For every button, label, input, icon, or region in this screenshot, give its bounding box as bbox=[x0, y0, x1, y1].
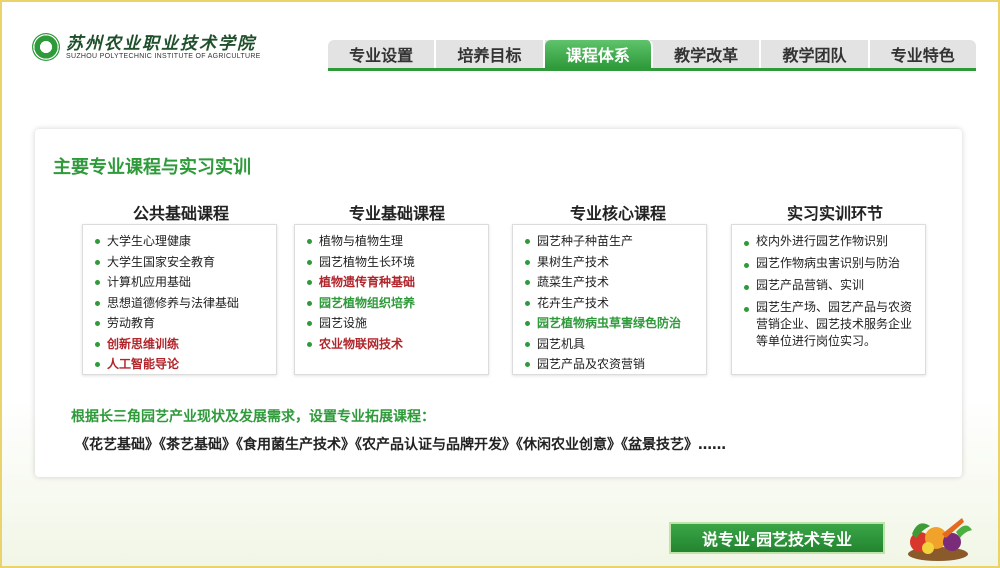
list-item: 园艺机具 bbox=[523, 334, 696, 355]
list-item: 园艺产品及农资营销 bbox=[523, 354, 696, 375]
list-item: 农业物联网技术 bbox=[305, 334, 478, 355]
list-item: 大学生心理健康 bbox=[93, 231, 266, 252]
list-item: 果树生产技术 bbox=[523, 252, 696, 273]
list-item: 园艺植物病虫草害绿色防治 bbox=[523, 313, 696, 334]
tab-teaching-team[interactable]: 教学团队 bbox=[761, 40, 870, 68]
page-title: 主要专业课程与实习实训 bbox=[53, 157, 251, 178]
list-item: 园艺作物病虫害识别与防治 bbox=[742, 255, 915, 272]
slide-frame: 苏州农业职业技术学院 SUZHOU POLYTECHNIC INSTITUTE … bbox=[0, 0, 1000, 568]
list-item: 花卉生产技术 bbox=[523, 293, 696, 314]
footer-badge: 说专业·园艺技术专业 bbox=[669, 522, 885, 554]
vegetables-basket-icon bbox=[908, 518, 972, 561]
tab-training-goals[interactable]: 培养目标 bbox=[436, 40, 545, 68]
list-item: 园艺种子种苗生产 bbox=[523, 231, 696, 252]
tab-underline bbox=[328, 68, 976, 71]
school-emblem-icon bbox=[32, 33, 60, 61]
list-item: 园艺植物组织培养 bbox=[305, 293, 478, 314]
course-box-major-basic: 植物与植物生理 园艺植物生长环境 植物遗传育种基础 园艺植物组织培养 园艺设施 … bbox=[294, 224, 489, 375]
list-item: 思想道德修养与法律基础 bbox=[93, 293, 266, 314]
course-box-public-basic: 大学生心理健康 大学生国家安全教育 计算机应用基础 思想道德修养与法律基础 劳动… bbox=[82, 224, 277, 375]
list-item: 蔬菜生产技术 bbox=[523, 272, 696, 293]
extension-courses-title: 根据长三角园艺产业现状及发展需求，设置专业拓展课程： bbox=[71, 409, 435, 425]
tab-major-setup[interactable]: 专业设置 bbox=[328, 40, 437, 68]
column-heading-major-core: 专业核心课程 bbox=[569, 204, 666, 223]
list-item: 大学生国家安全教育 bbox=[93, 252, 266, 273]
list-item: 创新思维训练 bbox=[93, 334, 266, 355]
school-name-en: SUZHOU POLYTECHNIC INSTITUTE OF AGRICULT… bbox=[66, 52, 261, 60]
list-item: 人工智能导论 bbox=[93, 354, 266, 375]
list-item: 园艺植物生长环境 bbox=[305, 252, 478, 273]
tab-curriculum[interactable]: 课程体系 bbox=[544, 40, 653, 68]
list-item: 劳动教育 bbox=[93, 313, 266, 334]
list-item: 园艺产品营销、实训 bbox=[742, 277, 915, 294]
list-item: 植物与植物生理 bbox=[305, 231, 478, 252]
tab-teaching-reform[interactable]: 教学改革 bbox=[653, 40, 762, 68]
school-logo: 苏州农业职业技术学院 SUZHOU POLYTECHNIC INSTITUTE … bbox=[32, 30, 261, 64]
list-item: 园艺设施 bbox=[305, 313, 478, 334]
list-item: 园艺生产场、园艺产品与农资营销企业、园艺技术服务企业等单位进行岗位实习。 bbox=[742, 299, 915, 350]
curriculum-card: 主要专业课程与实习实训 公共基础课程 大学生心理健康 大学生国家安全教育 计算机… bbox=[35, 129, 962, 477]
list-item: 校内外进行园艺作物识别 bbox=[742, 233, 915, 250]
tab-major-features[interactable]: 专业特色 bbox=[870, 40, 976, 68]
list-item: 植物遗传育种基础 bbox=[305, 272, 478, 293]
nav-tabs: 专业设置 培养目标 课程体系 教学改革 教学团队 专业特色 bbox=[328, 40, 976, 68]
course-box-major-core: 园艺种子种苗生产 果树生产技术 蔬菜生产技术 花卉生产技术 园艺植物病虫草害绿色… bbox=[512, 224, 707, 375]
extension-courses-list: 《花艺基础》《茶艺基础》《食用菌生产技术》《农产品认证与品牌开发》《休闲农业创意… bbox=[75, 437, 726, 453]
list-item: 计算机应用基础 bbox=[93, 272, 266, 293]
column-heading-major-basic: 专业基础课程 bbox=[348, 204, 445, 223]
course-box-practice: 校内外进行园艺作物识别 园艺作物病虫害识别与防治 园艺产品营销、实训 园艺生产场… bbox=[731, 224, 926, 375]
column-heading-public-basic: 公共基础课程 bbox=[132, 204, 229, 223]
school-name-cn: 苏州农业职业技术学院 bbox=[66, 33, 256, 54]
column-heading-practice: 实习实训环节 bbox=[786, 204, 883, 223]
